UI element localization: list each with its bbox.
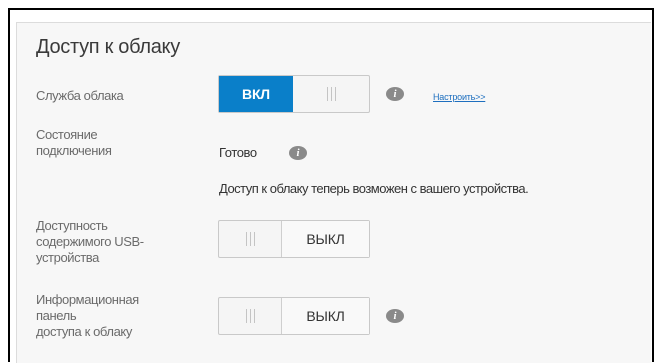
cloud-service-toggle[interactable]: ВКЛ xyxy=(218,75,370,113)
toggle-on-label: ВКЛ xyxy=(219,76,293,112)
toggle-grip xyxy=(219,298,282,334)
section-title: Доступ к облаку xyxy=(36,36,180,58)
connection-status-value: Готово xyxy=(219,145,257,160)
connection-status-label: Состояние подключения xyxy=(36,127,112,158)
toggle-grip xyxy=(219,221,282,257)
toggle-off-label: ВЫКЛ xyxy=(282,221,369,257)
configure-link[interactable]: Настроить>> xyxy=(433,92,485,102)
dashboard-toggle[interactable]: ВЫКЛ xyxy=(218,297,370,335)
info-icon[interactable]: i xyxy=(289,146,307,160)
toggle-off-label: ВЫКЛ xyxy=(282,298,369,334)
cloud-service-label: Служба облака xyxy=(36,88,124,103)
info-icon[interactable]: i xyxy=(386,309,404,323)
usb-availability-label: Доступность содержимого USB- устройства xyxy=(36,218,144,265)
info-icon[interactable]: i xyxy=(386,87,404,101)
toggle-grip xyxy=(293,76,369,112)
usb-availability-toggle[interactable]: ВЫКЛ xyxy=(218,220,370,258)
connection-note: Доступ к облаку теперь возможен с вашего… xyxy=(219,181,529,196)
dashboard-label: Информационная панель доступа к облаку xyxy=(36,292,139,339)
